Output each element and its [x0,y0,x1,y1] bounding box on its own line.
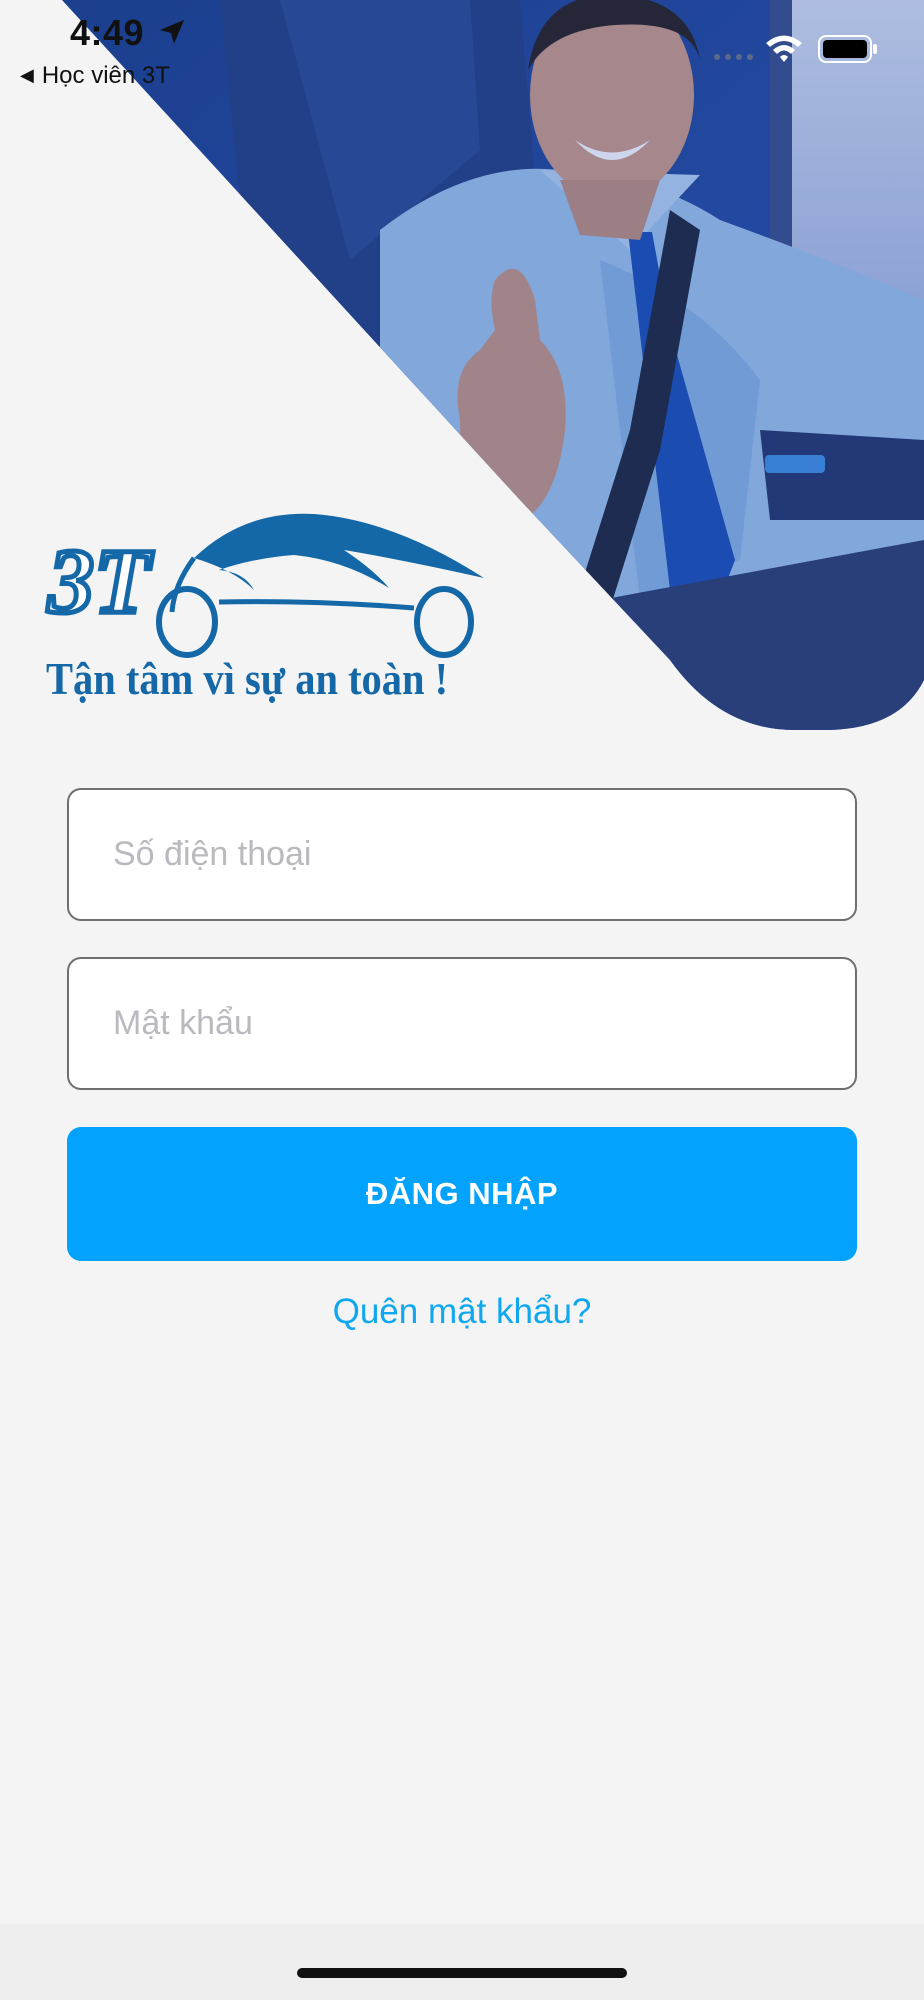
location-arrow-icon [160,20,184,44]
phone-field[interactable] [67,788,857,921]
status-time: 4:49 [70,12,145,53]
home-indicator[interactable] [297,1968,627,1978]
brand-tagline: Tận tâm vì sự an toàn ! [46,653,449,704]
car-icon [194,513,484,590]
status-bar: 4:49 ◀ Học viên 3T [0,0,924,100]
bottom-safe-area [0,1924,924,2000]
password-input[interactable] [69,959,855,1088]
wifi-icon [766,35,802,62]
back-app-label: Học viên 3T [41,62,170,89]
login-button[interactable]: ĐĂNG NHẬP [67,1127,857,1261]
forgot-password-link[interactable]: Quên mật khẩu? [0,1292,924,1332]
phone-input[interactable] [69,790,855,919]
signal-icon [714,54,753,60]
battery-icon [818,35,877,63]
back-to-app-link[interactable]: ◀ Học viên 3T [20,62,170,90]
logo-3t-text: 3T [47,530,154,632]
password-field[interactable] [67,957,857,1090]
back-triangle-icon: ◀ [20,65,34,85]
